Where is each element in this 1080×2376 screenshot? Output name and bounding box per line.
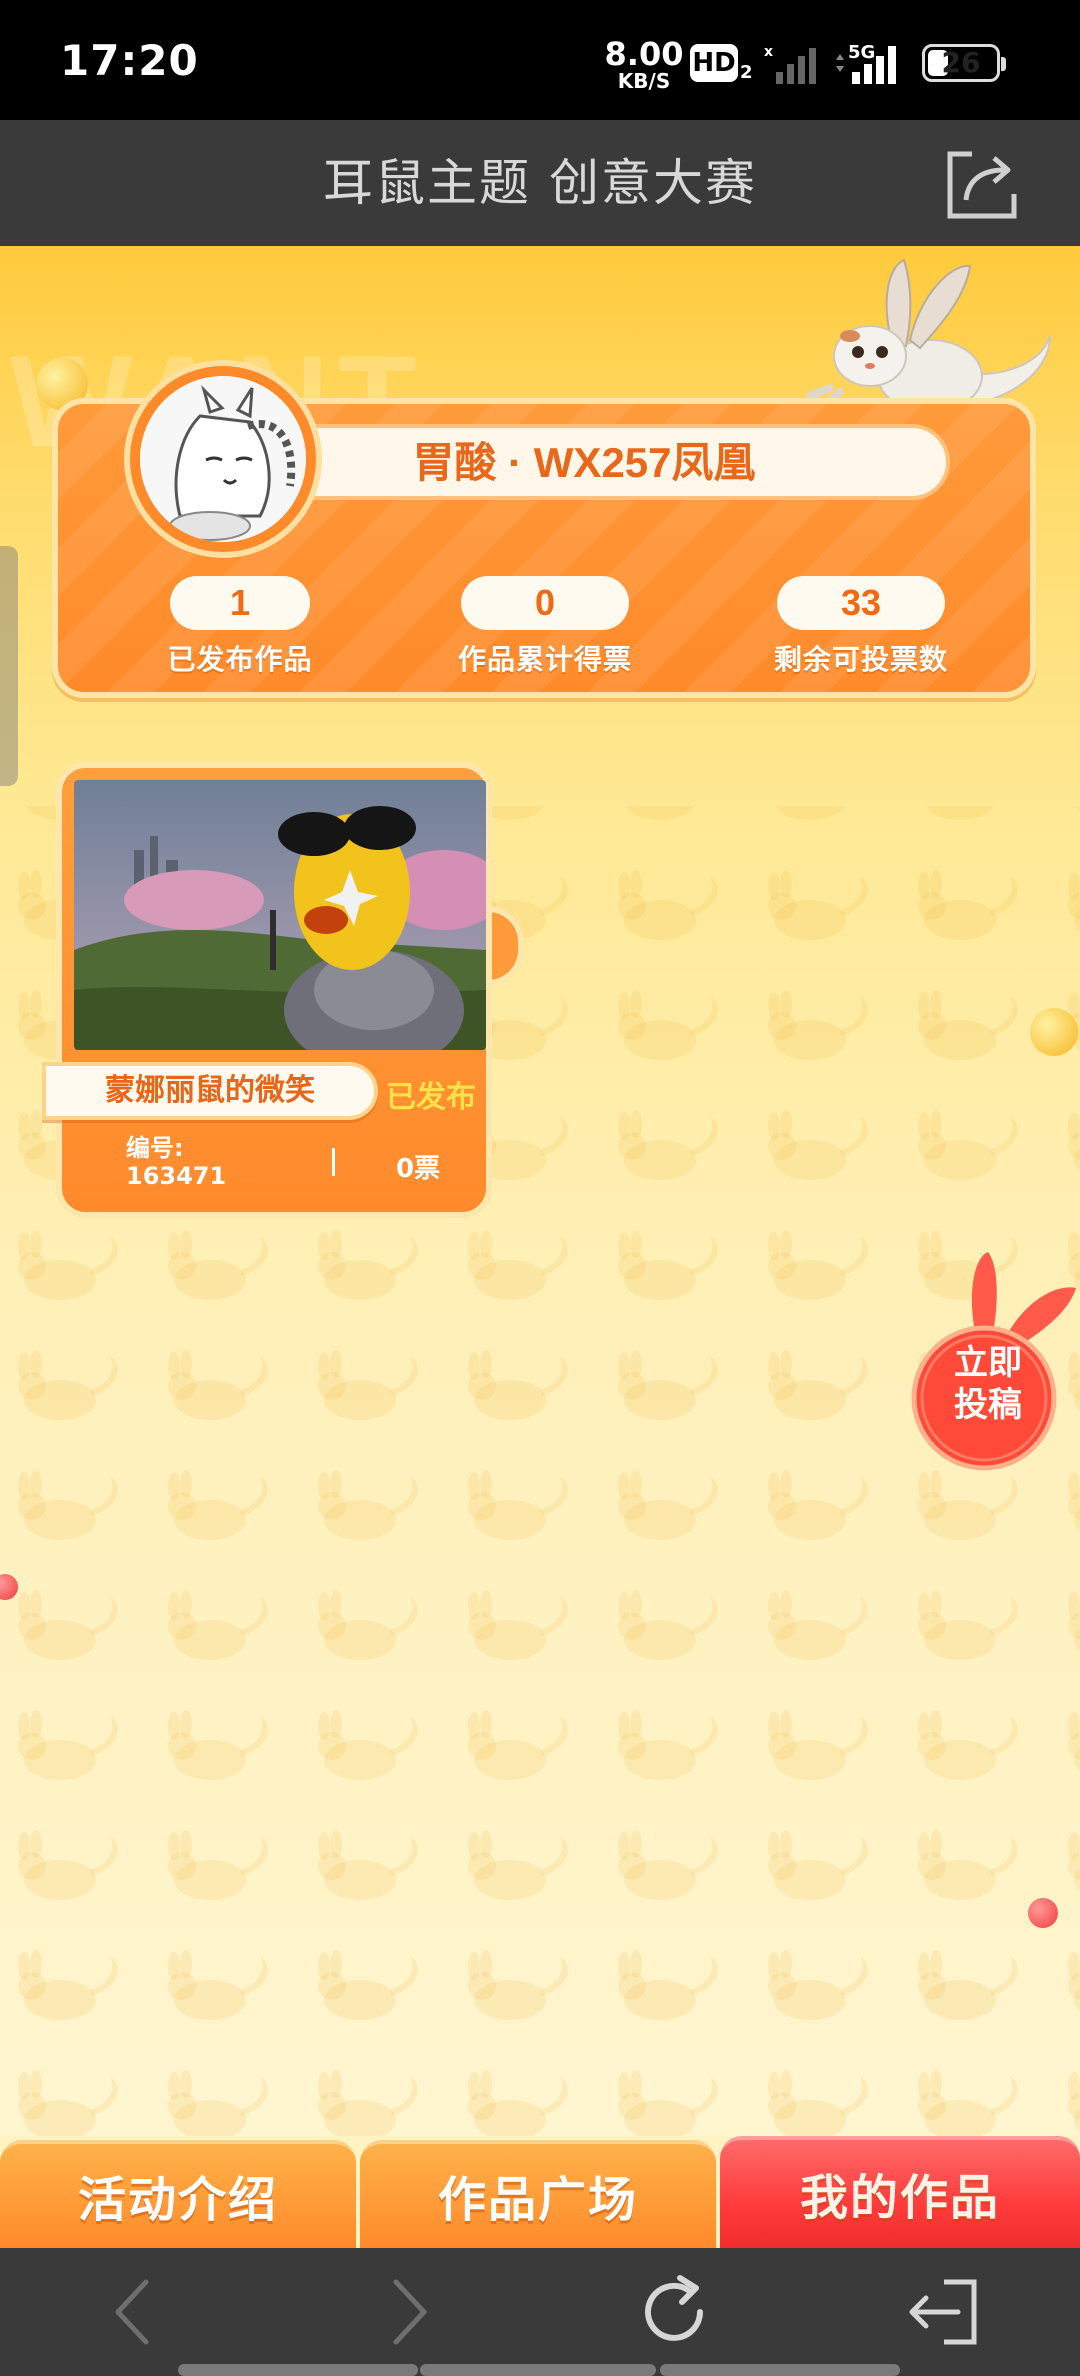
gesture-bar-segment bbox=[420, 2364, 656, 2376]
page-title: 耳鼠主题 创意大赛 bbox=[323, 154, 757, 212]
stat-published-value: 1 bbox=[170, 576, 310, 630]
svg-text:x: x bbox=[764, 44, 773, 60]
gesture-bar-segment bbox=[660, 2364, 900, 2376]
submit-label-line1: 立即 bbox=[954, 1343, 1022, 1383]
work-number-value: 163471 bbox=[126, 1162, 227, 1190]
work-divider bbox=[332, 1148, 335, 1176]
tab-works-plaza[interactable]: 作品广场 bbox=[360, 2140, 716, 2248]
side-handle[interactable] bbox=[0, 546, 18, 786]
network-speed-value: 8.00 bbox=[604, 35, 684, 73]
network-speed: 8.00 KB/S bbox=[604, 38, 684, 91]
avatar bbox=[140, 376, 306, 542]
bottom-tab-bar: 活动介绍 作品广场 我的作品 bbox=[0, 2136, 1080, 2248]
hd-sub: 2 bbox=[740, 62, 753, 83]
work-votes: 0票 bbox=[396, 1154, 441, 1184]
tab-activity-intro[interactable]: 活动介绍 bbox=[0, 2140, 356, 2248]
work-number-label: 编号: bbox=[126, 1134, 184, 1162]
battery-icon: 26 bbox=[922, 44, 1006, 82]
battery-level: 26 bbox=[941, 46, 981, 79]
stat-total-votes-label: 作品累计得票 bbox=[457, 643, 632, 676]
forward-icon[interactable] bbox=[366, 2272, 446, 2352]
work-number: 编号: 163471 bbox=[126, 1134, 226, 1190]
decor-ball bbox=[1028, 1898, 1058, 1928]
stat-total-votes: 0 作品累计得票 bbox=[440, 576, 650, 678]
status-bar: 17:20 8.00 KB/S HD 2 x 5G 26 bbox=[0, 0, 1080, 120]
exit-icon[interactable] bbox=[904, 2272, 984, 2352]
tab-my-works[interactable]: 我的作品 bbox=[720, 2136, 1080, 2248]
stat-published-label: 已发布作品 bbox=[167, 643, 313, 676]
decor-ball bbox=[1030, 1008, 1078, 1056]
content-area: WANT 胃酸 · WX257凤凰 1 已发布作品 bbox=[0, 246, 1080, 2136]
stat-remaining-votes: 33 剩余可投票数 bbox=[756, 576, 966, 678]
stat-total-votes-value: 0 bbox=[461, 576, 629, 630]
browser-nav-bar bbox=[0, 2248, 1080, 2376]
network-speed-unit: KB/S bbox=[617, 69, 671, 93]
status-time: 17:20 bbox=[60, 36, 199, 85]
share-icon[interactable] bbox=[942, 144, 1022, 224]
title-bar: 耳鼠主题 创意大赛 bbox=[0, 120, 1080, 246]
work-thumbnail[interactable] bbox=[74, 780, 486, 1050]
back-icon[interactable] bbox=[96, 2272, 176, 2352]
user-name: 胃酸 · WX257凤凰 bbox=[218, 424, 950, 500]
avatar-frame[interactable] bbox=[124, 360, 322, 558]
gesture-bar-segment bbox=[178, 2364, 418, 2376]
signal-sim1-icon: x bbox=[764, 44, 816, 84]
stat-published: 1 已发布作品 bbox=[150, 576, 330, 678]
submit-label-line2: 投稿 bbox=[954, 1385, 1022, 1425]
work-title[interactable]: 蒙娜丽鼠的微笑 bbox=[42, 1062, 378, 1120]
hd-badge: HD bbox=[690, 44, 738, 82]
refresh-icon[interactable] bbox=[634, 2272, 714, 2352]
stat-remaining-votes-label: 剩余可投票数 bbox=[773, 643, 948, 676]
network-type: 5G bbox=[848, 42, 875, 63]
work-status-badge: 已发布 bbox=[386, 1080, 476, 1115]
submit-button-label[interactable]: 立即 投稿 bbox=[940, 1342, 1036, 1426]
signal-sim2-icon: 5G bbox=[836, 42, 896, 84]
stat-remaining-votes-value: 33 bbox=[777, 576, 945, 630]
